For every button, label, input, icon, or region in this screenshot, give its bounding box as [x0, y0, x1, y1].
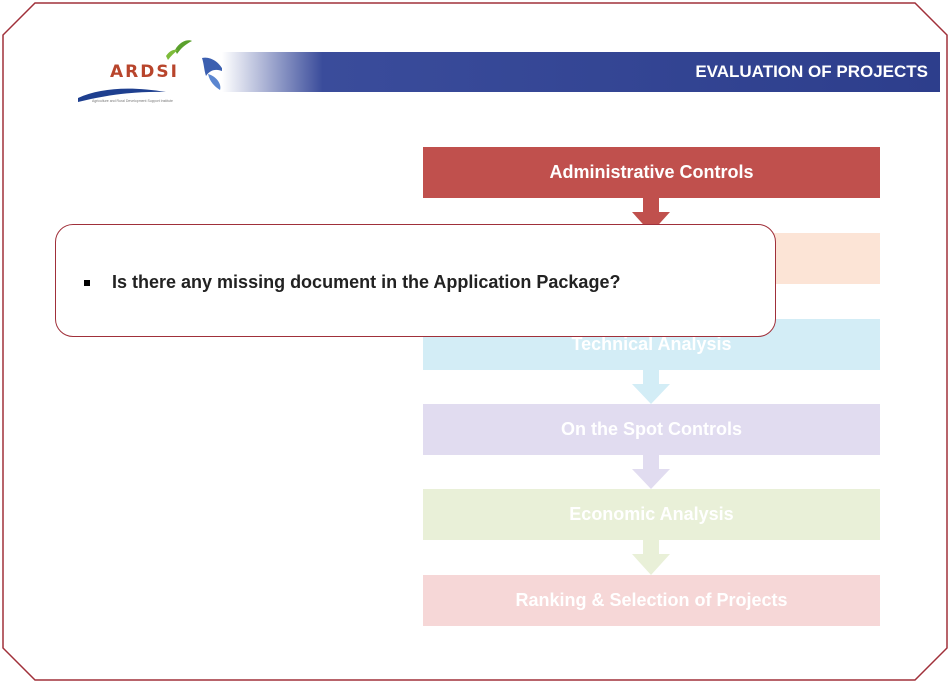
step-label: Economic Analysis	[569, 504, 734, 524]
down-arrow-icon	[632, 370, 670, 404]
logo-wordmark: ARDSI	[110, 62, 179, 82]
callout-bullet-item: Is there any missing document in the App…	[84, 272, 620, 293]
step-label: On the Spot Controls	[561, 419, 742, 439]
down-arrow-icon	[632, 540, 670, 575]
step-label: Ranking & Selection of Projects	[515, 590, 788, 610]
title-bar: EVALUATION OF PROJECTS	[222, 52, 940, 92]
step-on-the-spot-controls: On the Spot Controls	[423, 404, 880, 455]
callout-question: Is there any missing document in the App…	[112, 272, 621, 292]
step-administrative-controls: Administrative Controls	[423, 147, 880, 198]
callout-box: Is there any missing document in the App…	[55, 224, 776, 337]
step-economic-analysis: Economic Analysis	[423, 489, 880, 540]
step-label: Administrative Controls	[549, 162, 754, 182]
down-arrow-icon	[632, 455, 670, 489]
step-label: Technical Analysis	[571, 334, 732, 354]
step-ranking-selection: Ranking & Selection of Projects	[423, 575, 880, 626]
page-title: EVALUATION OF PROJECTS	[695, 62, 928, 81]
square-bullet-icon	[84, 279, 90, 286]
logo-tagline: Agriculture and Rural Development Suppor…	[92, 99, 173, 103]
ardsi-logo: ARDSI Agriculture and Rural Development …	[70, 36, 240, 108]
